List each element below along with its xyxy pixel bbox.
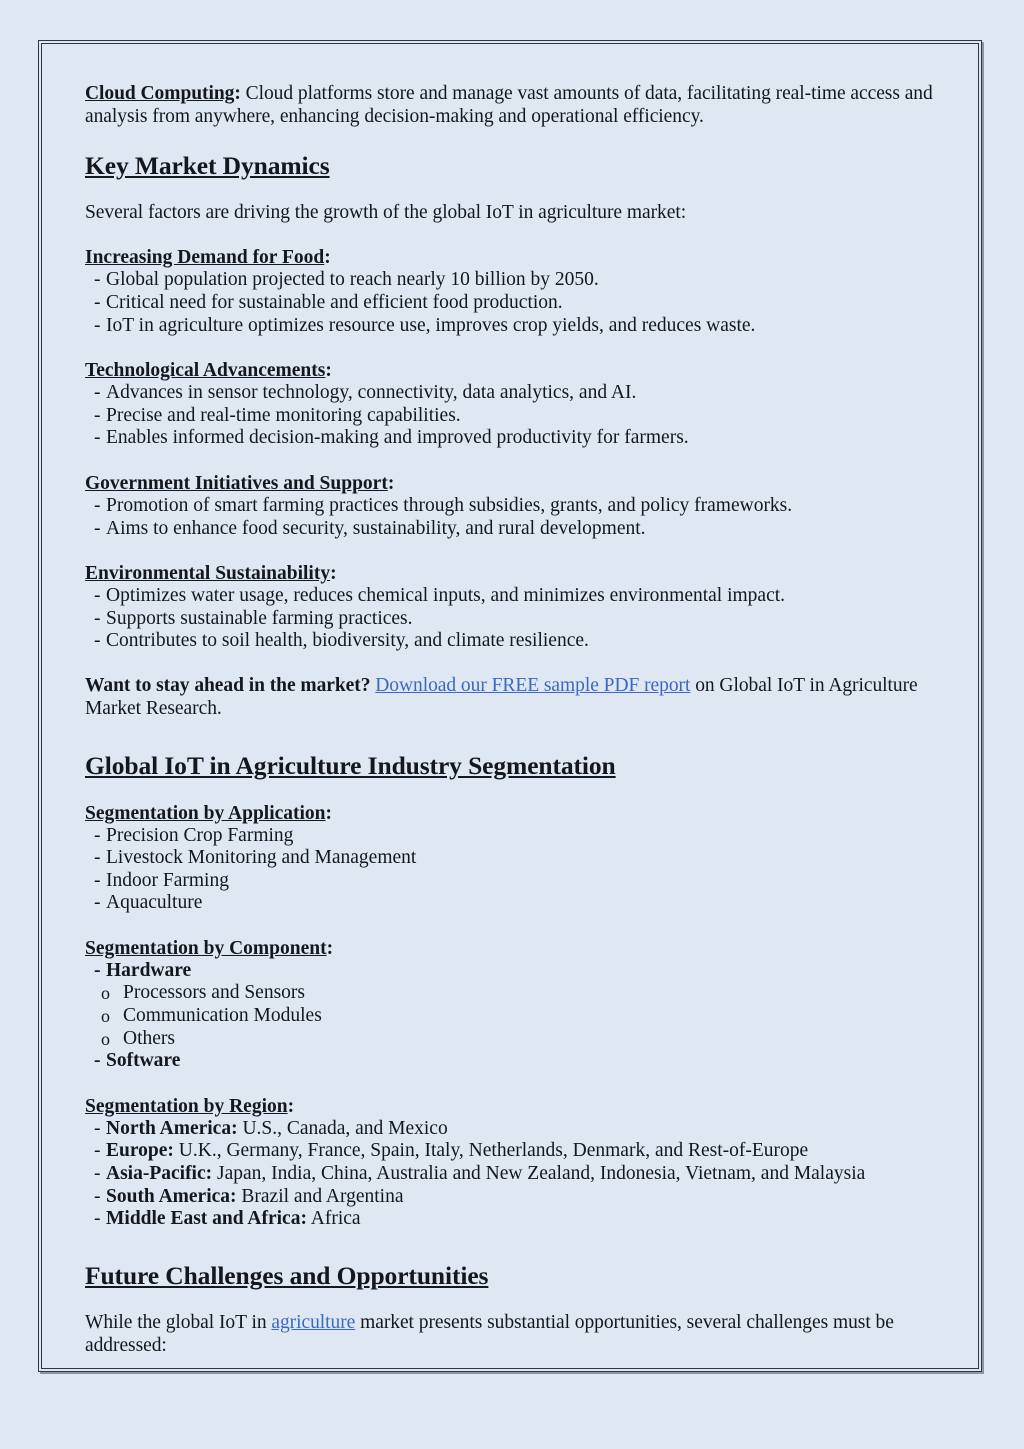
page-title-segmentation: Global IoT in Agriculture Industry Segme… [85,750,616,780]
list-item: Communication Modules [85,1005,945,1028]
region-detail: Africa [306,1208,361,1230]
list-item: Asia-Pacific: Japan, India, China, Austr… [85,1163,945,1186]
subheading-label: Segmentation by Application [85,802,326,824]
region-detail: Brazil and Argentina [236,1185,404,1207]
subheading-label: Segmentation by Component [85,937,327,959]
list-item: Advances in sensor technology, connectiv… [85,382,945,405]
region-name: Middle East and Africa: [106,1208,307,1230]
list-item-hardware: Hardware [85,960,945,983]
cloud-computing-label: Cloud Computing [85,83,235,104]
region-detail: U.S., Canada, and Mexico [237,1117,448,1139]
list-item: South America: Brazil and Argentina [85,1186,945,1209]
list-increasing-demand-for-food: Global population projected to reach nea… [85,269,945,337]
subheading-colon: : [387,472,395,494]
subheading-environmental-sustainability: Environmental Sustainability: [85,562,945,585]
list-item: Others [85,1028,945,1051]
document-page-frame: Cloud Computing: Cloud platforms store a… [38,40,982,1372]
list-item: Europe: U.K., Germany, France, Spain, It… [85,1140,945,1163]
list-item: Optimizes water usage, reduces chemical … [85,585,945,608]
subheading-segmentation-by-application: Segmentation by Application: [85,802,945,825]
list-item: Aims to enhance food security, sustainab… [85,518,945,541]
list-item: Middle East and Africa: Africa [85,1208,945,1231]
subheading-colon: : [330,563,337,585]
list-segmentation-by-component: Hardware [85,960,945,983]
list-item: Precise and real-time monitoring capabil… [85,405,945,428]
subheading-label: Environmental Sustainability [85,563,331,585]
cloud-computing-paragraph: Cloud Computing: Cloud platforms store a… [85,83,945,129]
region-name: North America: [106,1117,238,1139]
list-government-initiatives-and-support: Promotion of smart farming practices thr… [85,495,945,540]
subheading-colon: : [287,1095,295,1117]
future-text-before-link: While the global IoT in [85,1311,272,1333]
subheading-label: Government Initiatives and Support [85,472,388,494]
subheading-segmentation-by-region: Segmentation by Region: [85,1095,945,1118]
segmentation-heading-wrap: Global IoT in Agriculture Industry Segme… [85,751,945,780]
list-segmentation-by-component-software: Software [85,1050,945,1073]
subheading-colon: : [326,937,334,959]
region-name: Asia-Pacific: [106,1163,213,1185]
subheading-colon: : [324,247,331,269]
list-item: Aquaculture [85,892,945,915]
subheading-segmentation-by-component: Segmentation by Component: [85,937,945,960]
cta-paragraph: Want to stay ahead in the market? Downlo… [85,675,945,721]
agriculture-link[interactable]: agriculture [271,1312,355,1333]
list-item: Enables informed decision-making and imp… [85,427,945,450]
list-environmental-sustainability: Optimizes water usage, reduces chemical … [85,585,945,653]
list-item: North America: U.S., Canada, and Mexico [85,1118,945,1141]
subheading-technological-advancements: Technological Advancements: [85,359,945,382]
list-item-software: Software [85,1050,945,1073]
download-sample-pdf-link[interactable]: Download our FREE sample PDF report [375,675,690,696]
subheading-government-initiatives-and-support: Government Initiatives and Support: [85,472,945,495]
key-market-dynamics-heading-wrap: Key Market Dynamics [85,151,945,180]
key-market-dynamics-lead: Several factors are driving the growth o… [85,201,687,223]
subheading-colon: : [325,360,332,382]
list-item: IoT in agriculture optimizes resource us… [85,315,945,338]
list-item: Promotion of smart farming practices thr… [85,495,945,518]
subheading-label: Technological Advancements [85,360,326,382]
list-segmentation-by-application: Precision Crop Farming Livestock Monitor… [85,825,945,915]
subheading-increasing-demand-for-food: Increasing Demand for Food: [85,246,945,269]
list-item: Contributes to soil health, biodiversity… [85,630,945,653]
list-item: Indoor Farming [85,870,945,893]
list-item: Supports sustainable farming practices. [85,608,945,631]
subheading-label: Segmentation by Region [85,1095,288,1117]
list-technological-advancements: Advances in sensor technology, connectiv… [85,382,945,450]
list-hardware-children: Processors and Sensors Communication Mod… [85,982,945,1050]
region-name: South America: [106,1185,237,1207]
document-content: Cloud Computing: Cloud platforms store a… [85,83,945,1357]
region-name: Europe: [106,1140,174,1162]
future-heading-wrap: Future Challenges and Opportunities [85,1261,945,1290]
list-item: Global population projected to reach nea… [85,269,945,292]
cta-lead-bold: Want to stay ahead in the market? [85,674,371,696]
page-title-key-market-dynamics: Key Market Dynamics [85,150,330,180]
list-item: Critical need for sustainable and effici… [85,292,945,315]
subheading-colon: : [325,802,333,824]
region-detail: Japan, India, China, Australia and New Z… [212,1163,866,1185]
page-title-future-challenges: Future Challenges and Opportunities [85,1260,489,1290]
list-item: Livestock Monitoring and Management [85,847,945,870]
list-item: Processors and Sensors [85,982,945,1005]
list-item: Precision Crop Farming [85,825,945,848]
subheading-label: Increasing Demand for Food [85,247,325,269]
region-detail: U.K., Germany, France, Spain, Italy, Net… [173,1140,809,1162]
future-paragraph: While the global IoT in agriculture mark… [85,1312,945,1358]
list-segmentation-by-region: North America: U.S., Canada, and Mexico … [85,1118,945,1231]
